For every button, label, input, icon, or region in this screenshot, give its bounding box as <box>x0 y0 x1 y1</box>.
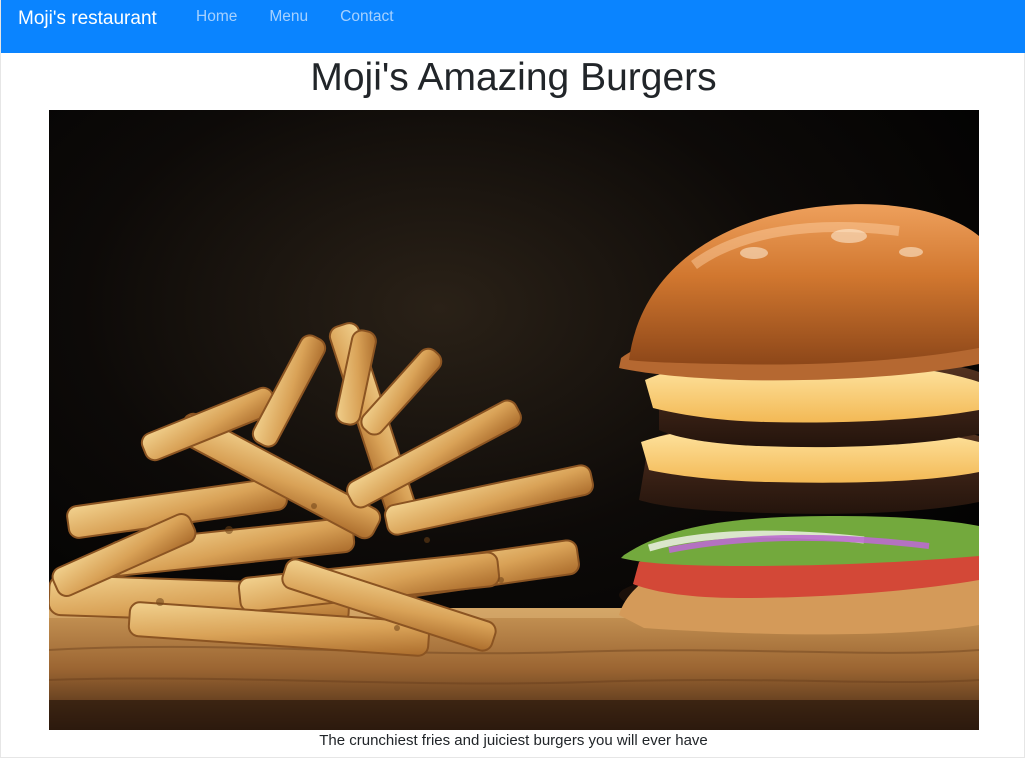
page: Moji's restaurant Home Menu Contact Moji… <box>0 0 1025 758</box>
hero-caption: The crunchiest fries and juiciest burger… <box>319 732 708 749</box>
nav-link-home[interactable]: Home <box>196 8 237 26</box>
brand-link[interactable]: Moji's restaurant <box>18 7 157 31</box>
page-title: Moji's Amazing Burgers <box>310 56 717 99</box>
top-navbar: Moji's restaurant Home Menu Contact <box>1 0 1025 53</box>
nav-link-contact[interactable]: Contact <box>340 8 393 26</box>
burger-fries-illustration <box>49 110 979 730</box>
hero-image <box>49 110 979 730</box>
nav-links: Home Menu Contact <box>196 8 394 26</box>
nav-link-menu[interactable]: Menu <box>269 8 308 26</box>
